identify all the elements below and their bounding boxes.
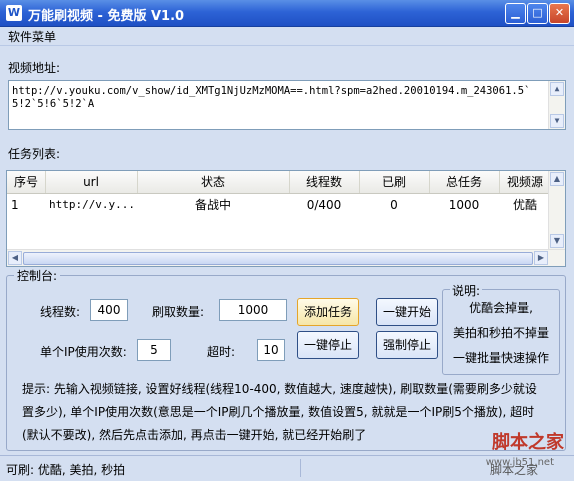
note-line-3: 一键批量快速操作 [452, 351, 549, 365]
note-line-2: 美拍和秒拍不掉量 [452, 326, 549, 340]
cell-status: 备战中 [194, 198, 231, 212]
scroll-left-icon[interactable]: ◀ [8, 251, 22, 265]
cell-url: http://v.y... [48, 198, 136, 211]
title-bar: W 万能刷视频 - 免费版 V1.0 ▁ □ ✕ [0, 0, 574, 27]
timeout-label: 超时: [207, 345, 236, 359]
scroll-up-icon[interactable]: ▲ [550, 172, 564, 186]
col-header-source[interactable]: 视频源 [499, 171, 551, 193]
status-supported: 可刷: 优酷, 美拍, 秒拍 [6, 463, 126, 477]
scroll-down-icon[interactable]: ▼ [550, 114, 564, 128]
note-line-1: 优酷会掉量, [469, 301, 533, 315]
count-input[interactable]: 1000 [219, 299, 287, 321]
window-title: 万能刷视频 - 免费版 V1.0 [28, 9, 185, 24]
ip-label: 单个IP使用次数: [40, 345, 127, 359]
url-input[interactable]: http://v.youku.com/v_show/id_XMTg1NjUzMz… [8, 80, 566, 130]
cell-done: 0 [390, 198, 398, 212]
cell-total: 1000 [448, 198, 480, 212]
url-label: 视频地址: [8, 61, 61, 75]
cell-threads: 0/400 [306, 198, 342, 212]
col-header-status[interactable]: 状态 [137, 171, 290, 193]
control-legend: 控制台: [14, 267, 61, 284]
hint-text: 提示: 先输入视频链接, 设置好线程(线程10-400, 数值越大, 速度越快)… [22, 382, 537, 442]
close-button[interactable]: ✕ [549, 3, 570, 24]
url-text: http://v.youku.com/v_show/id_XMTg1NjUzMz… [12, 85, 531, 110]
menu-software[interactable]: 软件菜单 [8, 28, 56, 45]
minimize-button[interactable]: ▁ [505, 3, 526, 24]
hscroll-thumb[interactable] [23, 252, 533, 265]
count-label: 刷取数量: [152, 305, 205, 319]
cell-index: 1 [11, 198, 19, 212]
table-vscrollbar[interactable]: ▲ ▼ [548, 171, 565, 250]
app-icon: W [6, 5, 22, 21]
note-title: 说明: [450, 282, 483, 299]
scroll-down-icon[interactable]: ▼ [550, 234, 564, 248]
col-header-total[interactable]: 总任务 [429, 171, 500, 193]
menu-bar: 软件菜单 [0, 27, 574, 46]
stop-all-button[interactable]: 一键停止 [297, 331, 359, 359]
watermark-url: www.jb51.net [485, 457, 554, 468]
start-all-button[interactable]: 一键开始 [376, 298, 438, 326]
col-header-url[interactable]: url [45, 171, 138, 193]
scroll-right-icon[interactable]: ▶ [534, 251, 548, 265]
table-hscrollbar[interactable]: ◀ ▶ [7, 249, 565, 266]
task-table: 序号 url 状态 线程数 已刷 总任务 视频源 1 http://v.y...… [6, 170, 566, 267]
cell-source: 优酷 [512, 198, 537, 212]
task-list-label: 任务列表: [8, 147, 61, 161]
add-task-button[interactable]: 添加任务 [297, 298, 359, 326]
threads-input[interactable]: 400 [90, 299, 128, 321]
threads-label: 线程数: [40, 305, 81, 319]
ip-input[interactable]: 5 [137, 339, 171, 361]
timeout-input[interactable]: 10 [257, 339, 285, 361]
status-divider [300, 459, 301, 477]
watermark-logo: 脚本之家 [492, 432, 564, 453]
scroll-up-icon[interactable]: ▲ [550, 82, 564, 96]
maximize-button[interactable]: □ [527, 3, 548, 24]
note-box: 优酷会掉量, 美拍和秒拍不掉量 一键批量快速操作 [442, 289, 560, 375]
table-header: 序号 url 状态 线程数 已刷 总任务 视频源 [7, 171, 549, 194]
col-header-threads[interactable]: 线程数 [289, 171, 360, 193]
col-header-index[interactable]: 序号 [7, 171, 46, 193]
col-header-done[interactable]: 已刷 [359, 171, 430, 193]
url-scrollbar[interactable]: ▲ ▼ [548, 81, 565, 129]
force-stop-button[interactable]: 强制停止 [376, 331, 438, 359]
